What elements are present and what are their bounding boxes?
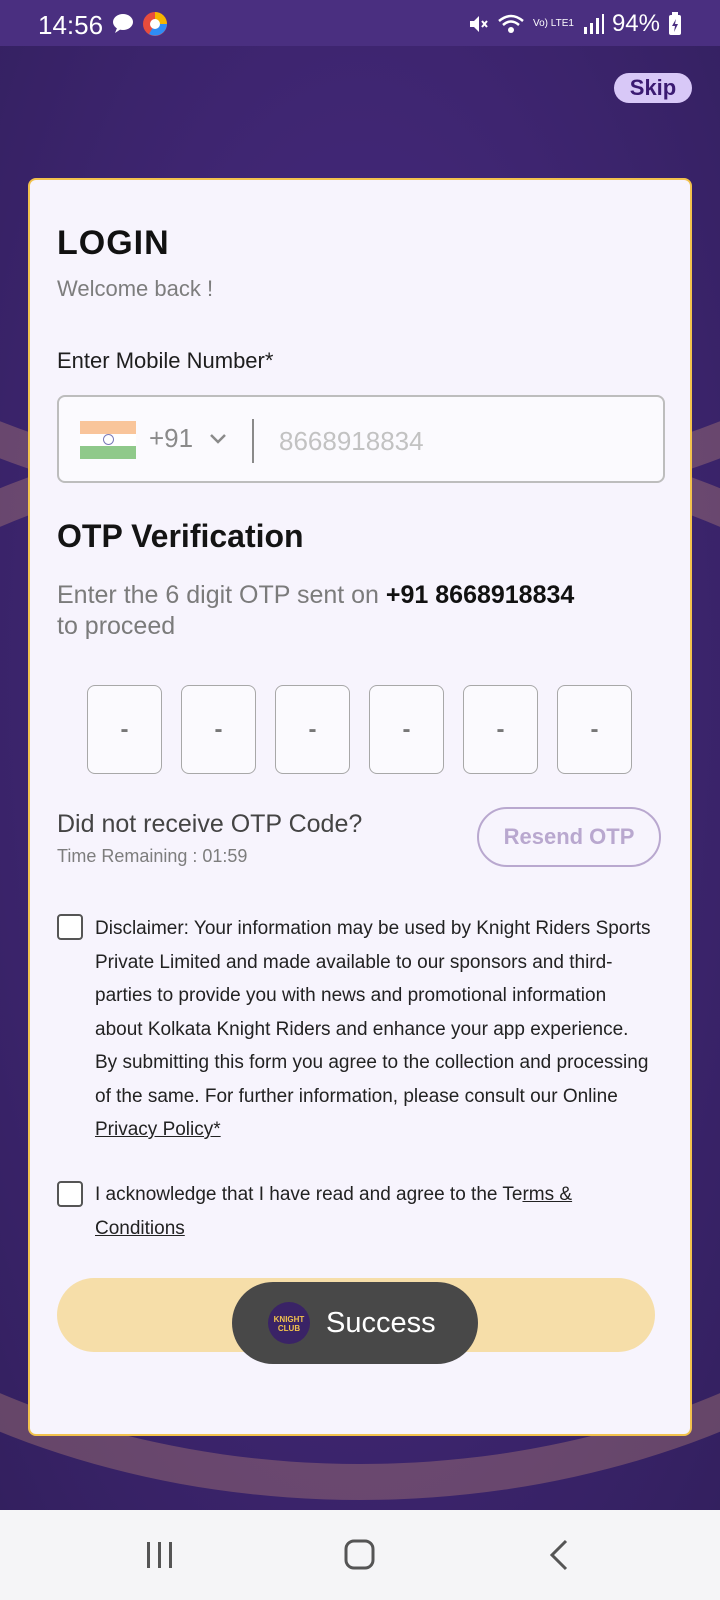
status-bar: 14:56 Vo) LTE1 94%	[0, 0, 720, 46]
signal-icon	[583, 14, 604, 34]
toast-message: Success	[326, 1306, 436, 1339]
mobile-number-input[interactable]	[279, 419, 639, 463]
otp-desc-prefix: Enter the 6 digit OTP sent on	[57, 581, 379, 609]
disclaimer-body: Disclaimer: Your information may be used…	[95, 918, 651, 1107]
login-card: LOGIN Welcome back ! Enter Mobile Number…	[28, 178, 692, 1436]
mobile-number-label: Enter Mobile Number*	[57, 348, 274, 373]
skip-button[interactable]: Skip	[614, 73, 692, 103]
field-divider	[252, 419, 254, 463]
disclaimer-text: Disclaimer: Your information may be used…	[95, 912, 655, 1147]
status-time: 14:56	[38, 10, 104, 40]
otp-title: OTP Verification	[57, 518, 304, 554]
otp-digit-3[interactable]: -	[275, 685, 350, 774]
success-toast: KNIGHT CLUB Success	[232, 1282, 478, 1364]
otp-digit-5[interactable]: -	[463, 685, 538, 774]
india-flag-icon[interactable]	[80, 421, 136, 459]
otp-digit-6[interactable]: -	[557, 685, 632, 774]
otp-digit-2[interactable]: -	[181, 685, 256, 774]
system-nav-bar	[0, 1510, 720, 1600]
otp-not-received-text: Did not receive OTP Code?	[57, 810, 363, 838]
logo-text-bottom: CLUB	[277, 1324, 301, 1333]
status-icons: Vo) LTE1 94%	[467, 10, 682, 38]
terms-checkbox[interactable]	[57, 1181, 83, 1207]
otp-description: Enter the 6 digit OTP sent on +91 866891…	[57, 580, 657, 642]
otp-input-group: - - - - - -	[87, 685, 632, 774]
lte-indicator: Vo) LTE1	[533, 18, 574, 29]
knight-club-logo: KNIGHT CLUB	[268, 1302, 310, 1344]
battery-charging-icon	[669, 12, 681, 35]
country-code-select[interactable]: +91	[149, 423, 193, 454]
back-icon[interactable]	[542, 1538, 578, 1572]
phone-field: +91	[57, 395, 665, 483]
disclaimer-checkbox[interactable]	[57, 914, 83, 940]
otp-phone-number: +91 8668918834	[385, 581, 575, 609]
welcome-subtitle: Welcome back !	[57, 276, 214, 301]
battery-percent: 94%	[611, 10, 660, 37]
otp-timer: Time Remaining : 01:59	[57, 846, 248, 866]
terms-text: I acknowledge that I have read and agree…	[95, 1178, 635, 1245]
privacy-policy-link[interactable]: Privacy Policy*	[95, 1119, 221, 1140]
chevron-down-icon[interactable]	[206, 423, 230, 453]
resend-otp-button[interactable]: Resend OTP	[477, 807, 661, 867]
chat-notification-icon	[113, 14, 133, 33]
otp-desc-suffix: to proceed	[57, 612, 176, 640]
otp-digit-1[interactable]: -	[87, 685, 162, 774]
logo-text-top: KNIGHT	[273, 1315, 305, 1324]
wifi-icon	[498, 14, 524, 33]
page-title: LOGIN	[57, 224, 170, 262]
terms-prefix: I acknowledge that I have read and agree…	[95, 1184, 523, 1205]
otp-digit-4[interactable]: -	[369, 685, 444, 774]
home-icon[interactable]	[342, 1538, 378, 1572]
recent-apps-icon[interactable]	[142, 1538, 178, 1572]
browser-notification-icon	[143, 12, 167, 36]
mute-icon	[470, 16, 488, 32]
